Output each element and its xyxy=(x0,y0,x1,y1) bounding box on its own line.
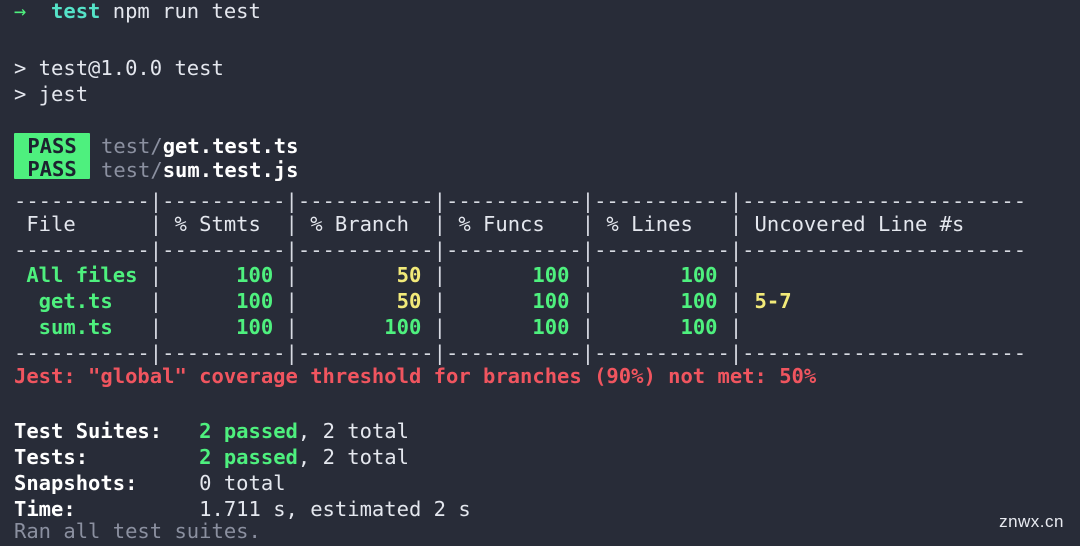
pass-badge-1: PASS xyxy=(27,134,77,158)
summary-label: Snapshots: xyxy=(14,471,200,495)
coverage-table-column-divider: | xyxy=(149,263,163,287)
coverage-row-uncovered: 5-7 xyxy=(742,289,1014,313)
coverage-row-funcs: 100 xyxy=(445,289,582,313)
coverage-row-branch: 100 xyxy=(297,315,434,339)
coverage-table-column-divider: | xyxy=(433,289,446,313)
coverage-header-3: % Funcs xyxy=(445,212,582,236)
summary-row: Snapshots: 0 total xyxy=(14,470,286,496)
coverage-row-funcs: 100 xyxy=(445,315,582,339)
pass-path-file-2: sum.test.js xyxy=(162,158,299,182)
coverage-row-lines: 100 xyxy=(594,263,730,287)
coverage-table-row[interactable]: All files | 100 | 50 | 100 | 100 | xyxy=(14,262,1014,288)
prompt-line[interactable]: → test npm run test xyxy=(14,0,261,24)
coverage-row-uncovered xyxy=(742,315,1014,339)
summary-highlight: 2 passed xyxy=(199,419,298,443)
coverage-table-column-divider: | xyxy=(149,212,163,236)
coverage-table-row[interactable]: sum.ts | 100 | 100 | 100 | 100 | xyxy=(14,314,1014,340)
coverage-table-column-divider: | xyxy=(433,315,446,339)
coverage-header-0: File xyxy=(14,212,150,236)
coverage-table-column-divider: | xyxy=(729,315,743,339)
watermark: znwx.cn xyxy=(999,512,1064,531)
coverage-header-4: % Lines xyxy=(594,212,730,236)
prompt-arrow-icon: → xyxy=(14,0,27,23)
pass-path-dir-1: test/ xyxy=(101,134,163,158)
terminal-window[interactable]: → test npm run test > test@1.0.0 test > … xyxy=(0,0,1080,546)
coverage-row-file: All files xyxy=(14,263,150,287)
prompt-spacer xyxy=(26,0,51,23)
coverage-table-column-divider: | xyxy=(729,263,743,287)
summary-row: Tests: 2 passed, 2 total xyxy=(14,444,409,470)
coverage-header-1: % Stmts xyxy=(162,212,286,236)
prompt-cwd: test xyxy=(51,0,101,23)
coverage-row-stmts: 100 xyxy=(162,315,286,339)
coverage-row-funcs: 100 xyxy=(445,263,582,287)
coverage-table-row[interactable]: get.ts | 100 | 50 | 100 | 100 | 5-7 xyxy=(14,288,1014,314)
prompt-command: npm run test xyxy=(112,0,261,23)
coverage-row-branch: 50 xyxy=(297,289,434,313)
coverage-row-file: sum.ts xyxy=(14,315,150,339)
summary-highlight: 2 passed xyxy=(199,445,298,469)
coverage-row-stmts: 100 xyxy=(162,263,286,287)
coverage-table-column-divider: | xyxy=(433,212,446,236)
pass-badge-2: PASS xyxy=(27,157,77,181)
coverage-row-stmts: 100 xyxy=(162,289,286,313)
coverage-row-file: get.ts xyxy=(14,289,150,313)
summary-value: 0 total xyxy=(199,471,286,495)
coverage-table-column-divider: | xyxy=(285,315,298,339)
coverage-table-header-row: File | % Stmts | % Branch | % Funcs | % … xyxy=(14,211,1014,237)
coverage-table-column-divider: | xyxy=(149,289,163,313)
pass-path-dir-2: test/ xyxy=(101,158,163,182)
coverage-table-column-divider: | xyxy=(285,263,298,287)
coverage-header-2: % Branch xyxy=(297,212,434,236)
npm-script-line: > test@1.0.0 test xyxy=(14,56,224,80)
coverage-row-lines: 100 xyxy=(594,289,730,313)
coverage-table-column-divider: | xyxy=(581,315,595,339)
summary-row: Test Suites: 2 passed, 2 total xyxy=(14,418,409,444)
summary-value: , 2 total xyxy=(297,419,409,443)
pass-path-1[interactable]: test/get.test.ts xyxy=(101,133,298,159)
coverage-table-column-divider: | xyxy=(285,289,298,313)
npm-runner-line: > jest xyxy=(14,82,89,106)
coverage-table-column-divider: | xyxy=(433,263,446,287)
prompt-spacer2 xyxy=(100,0,112,23)
coverage-table-column-divider: | xyxy=(581,289,595,313)
coverage-table-column-divider: | xyxy=(729,289,743,313)
coverage-table-column-divider: | xyxy=(729,212,743,236)
coverage-table-rule: -----------|----------|-----------|-----… xyxy=(14,238,1027,262)
summary-label: Test Suites: xyxy=(14,419,200,443)
coverage-row-uncovered xyxy=(742,263,1014,287)
coverage-header-5: Uncovered Line #s xyxy=(742,212,1014,236)
coverage-table-column-divider: | xyxy=(285,212,298,236)
pass-path-file-1: get.test.ts xyxy=(162,134,299,158)
coverage-row-lines: 100 xyxy=(594,315,730,339)
coverage-threshold-error: Jest: "global" coverage threshold for br… xyxy=(14,364,817,388)
footer-ran-all-suites: Ran all test suites. xyxy=(14,519,261,543)
coverage-table-column-divider: | xyxy=(149,315,163,339)
summary-label: Tests: xyxy=(14,445,200,469)
coverage-row-branch: 50 xyxy=(297,263,434,287)
summary-value: , 2 total xyxy=(297,445,409,469)
coverage-table-column-divider: | xyxy=(581,263,595,287)
pass-path-2[interactable]: test/sum.test.js xyxy=(101,157,298,183)
coverage-table-column-divider: | xyxy=(581,212,595,236)
